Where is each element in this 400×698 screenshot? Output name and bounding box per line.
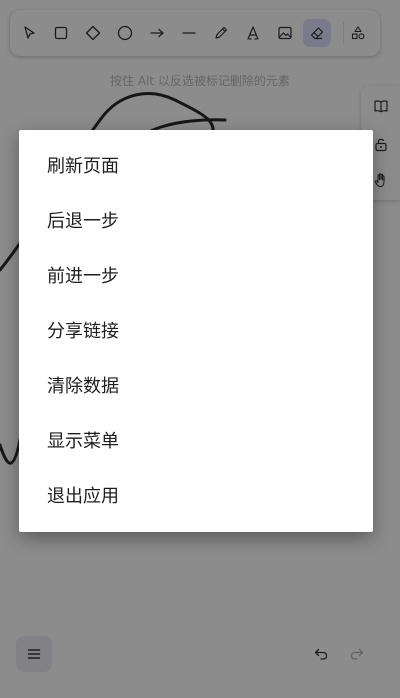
context-menu-dialog: 刷新页面 后退一步 前进一步 分享链接 清除数据 显示菜单 退出应用 [19, 130, 373, 532]
menu-item-clear-data[interactable]: 清除数据 [19, 359, 373, 414]
menu-item-step-forward[interactable]: 前进一步 [19, 249, 373, 304]
menu-item-exit-app[interactable]: 退出应用 [19, 469, 373, 524]
menu-item-show-menu[interactable]: 显示菜单 [19, 414, 373, 469]
menu-item-step-back[interactable]: 后退一步 [19, 194, 373, 249]
menu-item-share-link[interactable]: 分享链接 [19, 304, 373, 359]
menu-item-refresh-page[interactable]: 刷新页面 [19, 139, 373, 194]
